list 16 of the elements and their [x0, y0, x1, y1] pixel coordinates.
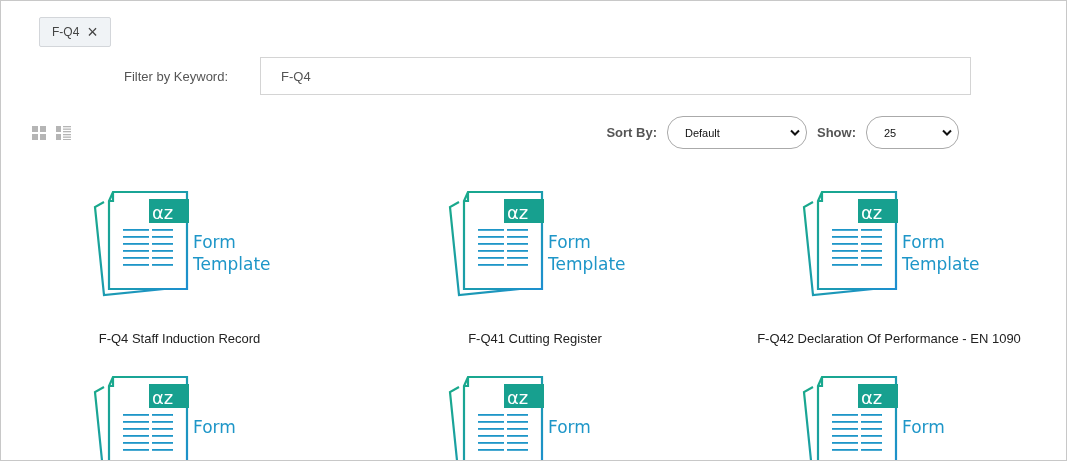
remove-filter-button[interactable]: ×	[87, 23, 98, 41]
item-title-link[interactable]: F-Q41 Cutting Register	[468, 331, 602, 347]
item-title-link[interactable]: F-Q42 Declaration Of Performance - EN 1090	[757, 331, 1021, 347]
dropdown[interactable]: 25	[866, 116, 959, 149]
filter-label: Filter by Keyword:	[124, 68, 230, 84]
show-label: Show:	[817, 125, 856, 140]
dropdown[interactable]: Default	[667, 116, 807, 149]
chip-label: F-Q4	[52, 25, 80, 39]
chevron-down-icon	[790, 129, 800, 136]
filter-chip[interactable]: F-Q4 ×	[39, 17, 111, 47]
grid-view-icon[interactable]	[32, 125, 46, 140]
list-view-icon[interactable]	[56, 125, 71, 140]
keyword-field[interactable]: F-Q4	[260, 57, 971, 95]
item-title-link[interactable]: F-Q4 Staff Induction Record	[98, 331, 261, 347]
chevron-down-icon	[942, 129, 952, 136]
sort-label: Sort By:	[606, 125, 657, 140]
